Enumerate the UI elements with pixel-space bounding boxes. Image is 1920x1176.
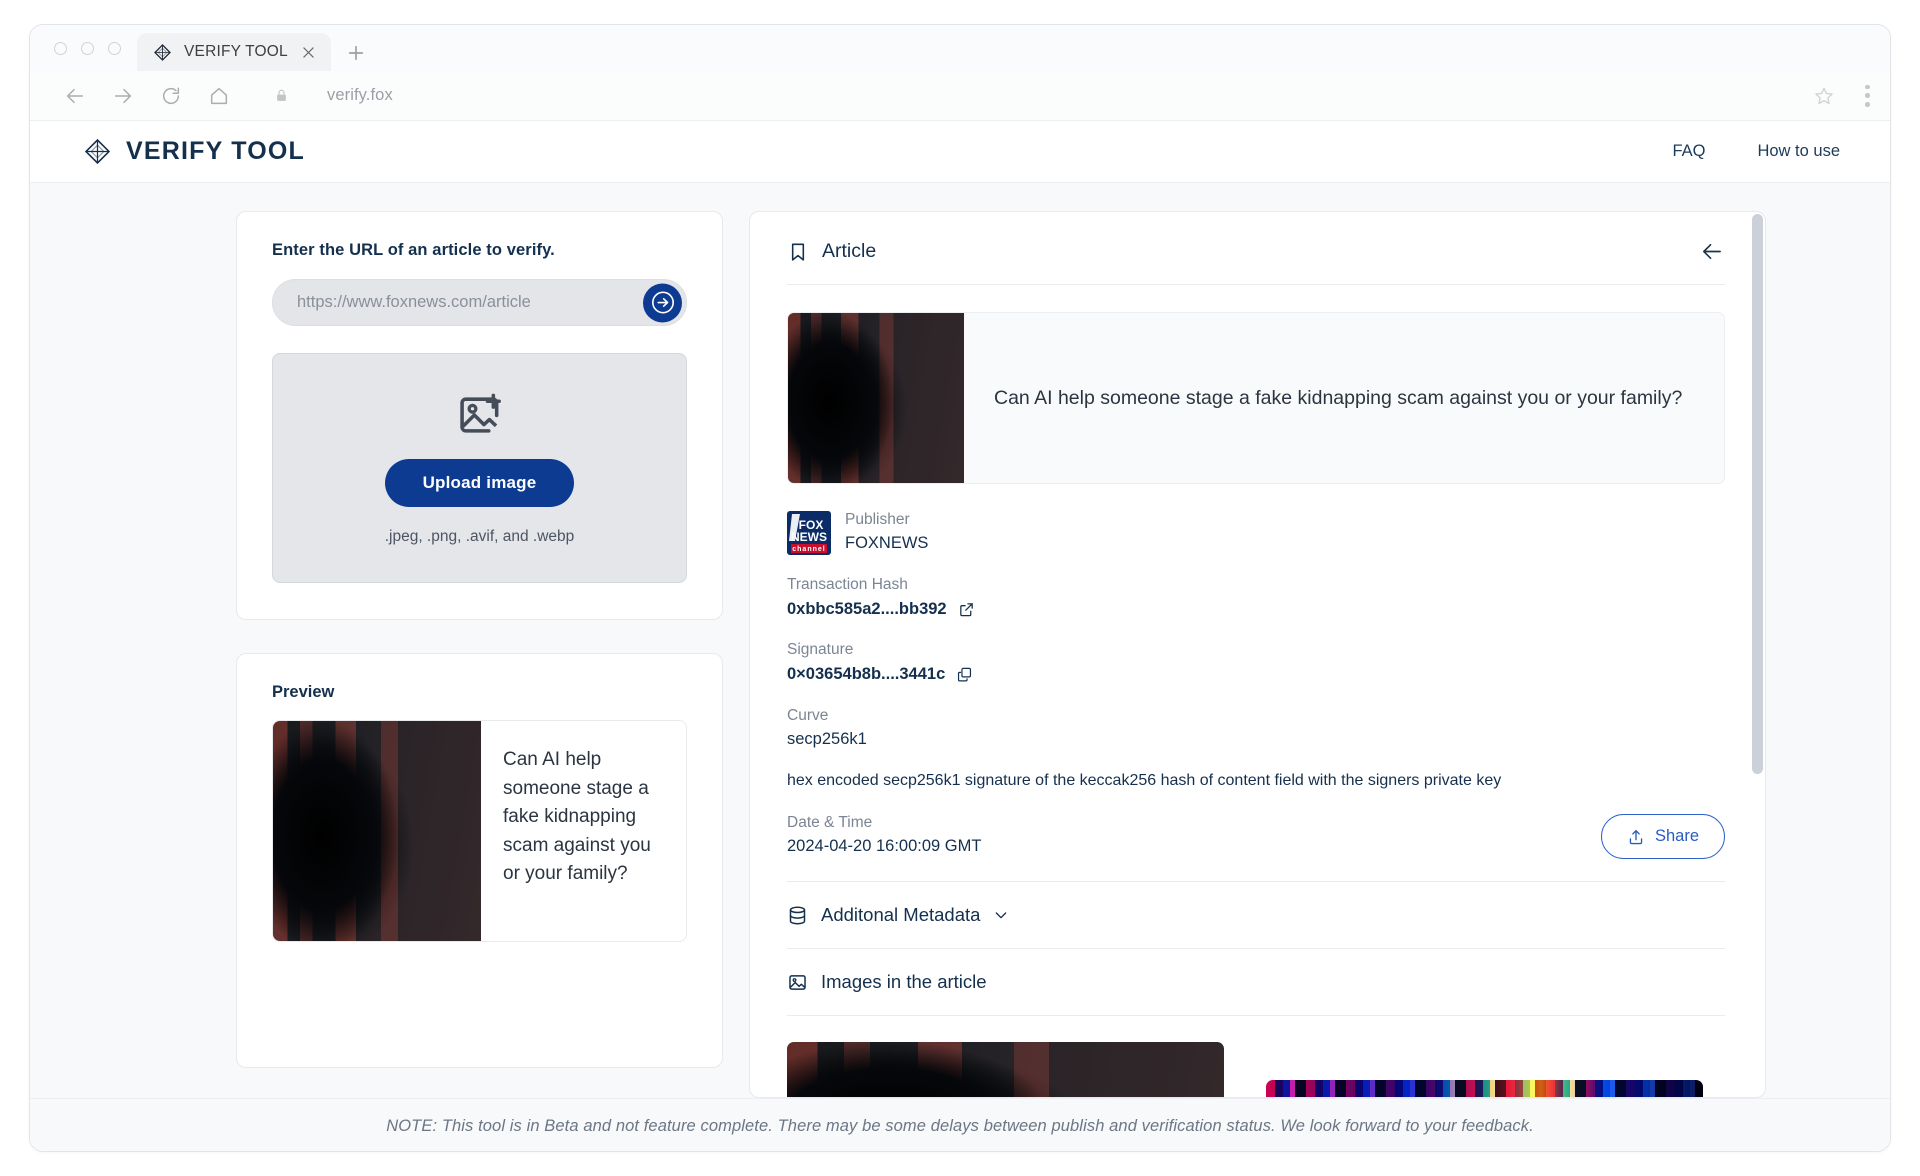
submit-url-button[interactable] bbox=[643, 283, 682, 322]
share-button[interactable]: Share bbox=[1600, 814, 1725, 860]
window-maximize-dot[interactable] bbox=[108, 41, 121, 55]
article-images-grid bbox=[787, 1016, 1725, 1097]
page-root: VERIFY TOOL FAQ How to use Enter the URL… bbox=[30, 121, 1890, 1151]
external-link-icon[interactable] bbox=[958, 601, 975, 618]
signature-block: Signature 0×03654b8b....3441c bbox=[787, 639, 1725, 686]
page-content: Enter the URL of an article to verify. h… bbox=[30, 183, 1890, 1098]
article-detail-panel: Article Can AI help someone stage a fake… bbox=[749, 211, 1766, 1098]
signature-key: Signature bbox=[787, 641, 854, 659]
article-hero-title: Can AI help someone stage a fake kidnapp… bbox=[994, 386, 1683, 409]
transaction-hash-block: Transaction Hash 0xbbc585a2....bb392 bbox=[787, 574, 1725, 621]
article-metadata: FOX NEWS channel Publisher FOXNEWS Trans… bbox=[787, 484, 1725, 881]
browser-tab-strip: VERIFY TOOL bbox=[30, 25, 1890, 71]
url-text[interactable]: verify.fox bbox=[327, 86, 393, 105]
additional-metadata-row[interactable]: Additonal Metadata bbox=[787, 882, 1725, 948]
image-icon bbox=[789, 974, 806, 990]
signature-value: 0×03654b8b....3441c bbox=[787, 664, 946, 683]
page-footer: NOTE: This tool is in Beta and not featu… bbox=[30, 1098, 1890, 1151]
arrow-left-icon[interactable] bbox=[64, 85, 86, 107]
verify-card-label: Enter the URL of an article to verify. bbox=[272, 241, 555, 259]
browser-url-bar: verify.fox bbox=[30, 71, 1890, 121]
article-detail-inner: Article Can AI help someone stage a fake… bbox=[750, 212, 1765, 1097]
preview-article-title: Can AI help someone stage a fake kidnapp… bbox=[503, 749, 651, 884]
kebab-menu-icon[interactable] bbox=[1865, 84, 1870, 107]
publisher-value: FOXNEWS bbox=[845, 534, 929, 553]
plus-icon[interactable] bbox=[345, 42, 367, 64]
lock-icon bbox=[277, 89, 286, 101]
diamond-logo-icon bbox=[84, 138, 111, 165]
chevron-down-icon[interactable] bbox=[993, 907, 1009, 923]
browser-window: VERIFY TOOL verify.fox VERIFY TOOL FAQ H… bbox=[29, 24, 1891, 1152]
curve-block: Curve secp256k1 bbox=[787, 705, 1725, 752]
database-icon bbox=[789, 906, 806, 925]
diamond-logo-icon bbox=[154, 43, 171, 61]
svg-text:channel: channel bbox=[792, 546, 825, 553]
brand-title: VERIFY TOOL bbox=[126, 137, 305, 165]
foxnews-logo-icon: FOX NEWS channel bbox=[787, 510, 831, 555]
window-minimize-dot[interactable] bbox=[81, 41, 94, 55]
nav-link-faq[interactable]: FAQ bbox=[1672, 142, 1705, 161]
signature-description: hex encoded secp256k1 signature of the k… bbox=[787, 771, 1502, 789]
preview-card: Preview Can AI help someone stage a fake… bbox=[236, 653, 723, 1068]
images-section-label: Images in the article bbox=[821, 971, 987, 993]
star-icon[interactable] bbox=[1813, 85, 1835, 107]
browser-tab-title: VERIFY TOOL bbox=[184, 43, 288, 60]
article-section-header: Article bbox=[787, 240, 1725, 284]
curve-value: secp256k1 bbox=[787, 730, 867, 749]
browser-tab[interactable]: VERIFY TOOL bbox=[137, 33, 331, 71]
bookmark-icon bbox=[791, 243, 805, 261]
vertical-scrollbar[interactable] bbox=[1752, 214, 1763, 774]
article-hero-card[interactable]: Can AI help someone stage a fake kidnapp… bbox=[787, 312, 1725, 484]
reload-icon[interactable] bbox=[160, 85, 182, 107]
publisher-key: Publisher bbox=[845, 511, 910, 528]
images-section-row: Images in the article bbox=[787, 949, 1725, 1015]
preview-card-label: Preview bbox=[272, 683, 335, 701]
supported-formats-label: .jpeg, .png, .avif, and .webp bbox=[384, 528, 575, 545]
divider bbox=[787, 284, 1725, 285]
article-section-title: Article bbox=[822, 240, 877, 262]
additional-metadata-label: Additonal Metadata bbox=[821, 904, 981, 926]
site-header: VERIFY TOOL FAQ How to use bbox=[30, 121, 1890, 183]
window-controls[interactable] bbox=[48, 25, 137, 71]
home-icon[interactable] bbox=[208, 85, 230, 107]
curve-key: Curve bbox=[787, 706, 829, 724]
datetime-key: Date & Time bbox=[787, 813, 873, 831]
arrow-right-icon[interactable] bbox=[112, 85, 134, 107]
header-nav: FAQ How to use bbox=[1672, 142, 1840, 161]
article-image-hacker[interactable] bbox=[787, 1042, 1224, 1097]
article-url-input[interactable] bbox=[297, 293, 630, 312]
arrow-left-icon[interactable] bbox=[1698, 240, 1725, 263]
window-close-dot[interactable] bbox=[54, 41, 67, 55]
upload-image-button[interactable]: Upload image bbox=[384, 459, 575, 507]
publisher-row: FOX NEWS channel Publisher FOXNEWS bbox=[787, 509, 1725, 556]
share-upload-icon bbox=[1629, 829, 1643, 844]
copy-icon[interactable] bbox=[956, 666, 973, 683]
article-image-neon[interactable] bbox=[1266, 1080, 1703, 1097]
svg-text:NEWS: NEWS bbox=[791, 530, 827, 544]
verify-card: Enter the URL of an article to verify. h… bbox=[236, 211, 723, 620]
left-column: Enter the URL of an article to verify. h… bbox=[236, 211, 723, 1098]
close-icon[interactable] bbox=[300, 44, 317, 61]
brand-logo[interactable]: VERIFY TOOL bbox=[84, 137, 305, 166]
footer-note: NOTE: This tool is in Beta and not featu… bbox=[386, 1116, 1534, 1135]
transaction-hash-value: 0xbbc585a2....bb392 bbox=[787, 599, 947, 618]
image-add-icon bbox=[459, 393, 501, 433]
arrow-right-circle-icon bbox=[651, 291, 674, 314]
datetime-row: Date & Time 2024-04-20 16:00:09 GMT Shar… bbox=[787, 812, 1725, 881]
url-input-wrapper bbox=[272, 279, 687, 326]
article-thumbnail-hacker bbox=[273, 721, 481, 941]
preview-article-item[interactable]: Can AI help someone stage a fake kidnapp… bbox=[272, 720, 687, 942]
share-button-label: Share bbox=[1654, 827, 1699, 846]
transaction-hash-key: Transaction Hash bbox=[787, 576, 908, 594]
article-thumbnail-hacker bbox=[788, 313, 964, 483]
image-dropzone[interactable]: Upload image .jpeg, .png, .avif, and .we… bbox=[272, 353, 687, 583]
datetime-value: 2024-04-20 16:00:09 GMT bbox=[787, 837, 982, 856]
nav-link-how-to-use[interactable]: How to use bbox=[1757, 142, 1840, 161]
